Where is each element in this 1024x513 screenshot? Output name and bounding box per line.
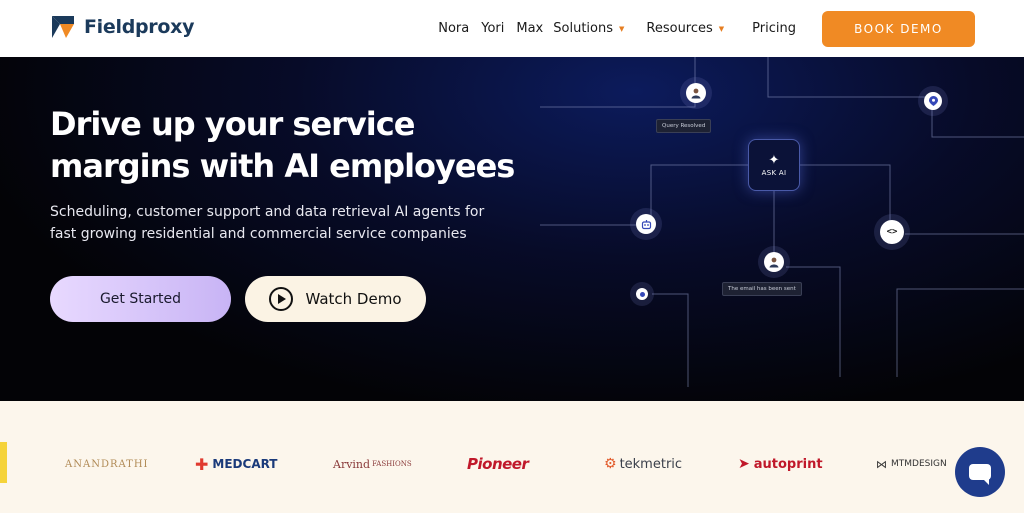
person-icon [691,88,701,99]
hero-title: Drive up your service margins with AI em… [50,103,530,187]
hero-subtitle: Scheduling, customer support and data re… [50,201,490,245]
code-icon: <> [886,227,898,237]
logo-autoprint-text: autoprint [753,456,823,472]
agent-avatar-bottom [764,252,784,272]
robot-node [636,214,656,234]
person-icon [769,257,779,268]
main-nav: Nora Yori Max Solutions ▼ Resources ▼ Pric… [426,0,796,57]
logo-medcart: ✚ MEDCART [195,453,278,475]
gear-icon: ⚙ [604,456,617,472]
arrow-icon: ➤ [738,456,750,472]
play-icon [269,287,294,311]
logo-tekmetric-text: tekmetric [619,456,683,472]
watch-demo-label: Watch Demo [305,290,402,308]
chat-widget-button[interactable] [955,447,1005,497]
nav-item-pricing[interactable]: Pricing [752,21,796,36]
tag-query-resolved: Query Resolved [656,119,712,133]
nav-item-resources[interactable]: Resources ▼ [646,21,724,36]
location-node [924,92,942,110]
caret-down-icon: ▼ [619,24,625,33]
pin-icon [928,96,938,106]
client-logos-strip: ANANDRATHI ✚ MEDCART Arvind FASHIONS Pion… [0,401,1024,513]
logo-tekmetric: ⚙ tekmetric [604,453,682,475]
nav-item-solutions-label: Solutions [553,21,613,36]
agent-avatar-top [686,83,706,103]
caret-down-icon: ▼ [718,24,725,33]
robot-icon [641,219,651,229]
logo-mark-icon [52,16,74,38]
hero-title-line2: margins with AI employees [50,147,515,185]
logo-arvind: Arvind FASHIONS [333,453,412,475]
strip-accent-bar [0,442,7,483]
logo-mtm-text: MTMDESIGN [891,459,947,469]
site-header: Fieldproxy Nora Yori Max Solutions ▼ Reso… [0,0,1024,57]
medcart-cross-icon: ✚ [195,454,209,474]
book-demo-button[interactable]: BOOK DEMO [822,11,975,47]
sparkle-icon: ✦ [768,152,780,167]
nav-item-yori[interactable]: Yori [481,21,504,36]
nav-item-max[interactable]: Max [516,21,543,36]
logo-medcart-text: MEDCART [212,457,278,471]
dot-icon [639,291,645,297]
fieldproxy-logo[interactable]: Fieldproxy [50,14,194,40]
nav-item-solutions[interactable]: Solutions ▼ [553,21,624,36]
nav-item-resources-label: Resources [646,21,713,36]
logo-arvind-text: Arvind [333,457,371,471]
chat-bubble-icon [969,464,991,485]
hero-subtitle-line1: Scheduling, customer support and data re… [50,204,485,220]
logo-mtm-design: ⋈ MTMDESIGN [876,453,947,475]
logo-pioneer: Pioneer [467,455,529,473]
logo-autoprint: ➤ autoprint [738,453,823,475]
logo-anand-rathi: ANANDRATHI [65,458,149,470]
hero-section: Query Resolved ✦ ASK AI <> The email has… [0,57,1024,401]
ask-ai-node: ✦ ASK AI [748,139,800,191]
get-started-button[interactable]: Get Started [50,276,231,322]
watch-demo-button[interactable]: Watch Demo [245,276,426,322]
hero-title-line1: Drive up your service [50,105,415,143]
mtm-mark-icon: ⋈ [876,457,887,471]
hero-subtitle-line2: fast growing residential and commercial … [50,226,467,242]
ask-ai-label: ASK AI [761,169,787,177]
nav-item-nora[interactable]: Nora [438,21,469,36]
code-node: <> [880,220,904,244]
logo-text: Fieldproxy [84,16,195,38]
tag-email-sent: The email has been sent [722,282,802,296]
logo-arvind-suffix: FASHIONS [372,460,412,468]
small-node [636,288,648,300]
